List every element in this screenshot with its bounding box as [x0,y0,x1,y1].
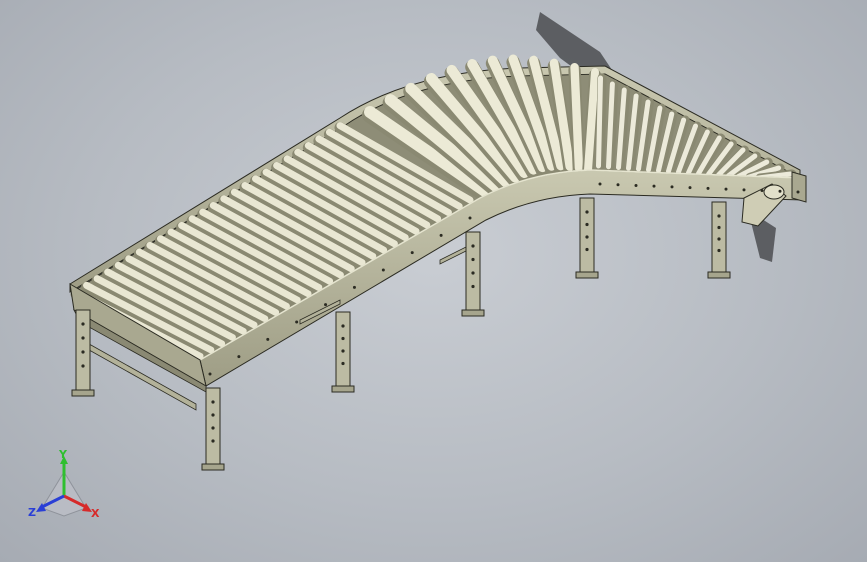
conveyor-model[interactable] [0,0,867,562]
bolt [381,268,385,272]
leg-hole [717,237,721,241]
leg-hole [585,235,589,239]
bolt [706,186,710,190]
leg-hole [471,284,475,289]
leg-hole [717,225,721,230]
leg-hole [471,271,475,275]
leg-hole [341,336,345,341]
leg-hole [471,257,475,262]
bolt [742,188,746,192]
leg-hole [81,364,85,368]
bolt [634,183,638,187]
leg-hole [585,247,589,252]
axis-triad[interactable]: Y X Z [24,450,114,530]
leg-hole [341,349,345,353]
leg-foot [707,271,731,279]
leg-hole [717,214,721,218]
y-axis-label: Y [58,450,68,461]
leg-foot [575,271,599,279]
leg-hole [717,248,721,253]
leg-hole [341,324,345,328]
bolt [724,187,728,191]
cad-viewport[interactable]: Y X Z [0,0,867,562]
leg-hole [211,400,215,404]
leg-hole [471,244,475,248]
leg-hole [81,336,85,340]
leg-hole [585,210,589,214]
bolt [208,372,212,376]
leg-hole [81,350,85,354]
leg-foot [71,389,95,397]
bolt [237,355,241,359]
bolt [439,233,443,237]
bolt [796,190,800,194]
leg-foot [201,463,225,471]
x-axis-label: X [91,507,100,520]
leg-hole [81,322,85,326]
bolt [295,320,299,324]
leg-hole [585,222,589,227]
bolt [652,184,656,188]
leg-foot [461,309,485,317]
leg-hole [211,413,215,417]
bolt [670,185,674,189]
bolt [688,186,692,190]
bolt [598,182,602,186]
leg-hole [211,426,215,430]
tapered-roller [570,63,584,173]
leg-hole [211,439,215,443]
bolt [468,216,472,220]
bolt [352,285,356,289]
leg-foot [331,385,355,393]
z-axis-label: Z [28,506,36,519]
bolt [324,303,328,307]
bolt [266,337,270,341]
end-plate-right [791,171,807,203]
bolt [616,183,620,187]
bolt [760,189,764,193]
bolt [778,189,782,193]
leg-hole [341,361,345,366]
roller [596,75,603,169]
roller-group [70,54,797,364]
bolt [410,251,414,255]
